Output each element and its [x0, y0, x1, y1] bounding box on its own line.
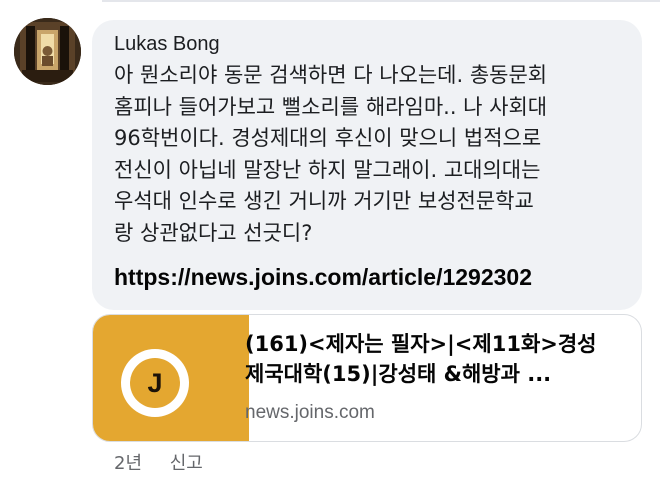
divider: [102, 0, 660, 2]
report-button[interactable]: 신고: [170, 452, 203, 476]
avatar[interactable]: [14, 18, 81, 85]
comment-link[interactable]: https://news.joins.com/article/1292302: [114, 262, 532, 292]
avatar-image: [14, 18, 81, 85]
link-preview-card[interactable]: J (161)<제자는 필자>|<제11화>경성 제국대학(15)|강성태 &해…: [92, 314, 642, 442]
comment-author[interactable]: Lukas Bong: [114, 32, 220, 56]
comment-timestamp[interactable]: 2년: [114, 452, 142, 476]
comment-thread: Lukas Bong 아 뭔소리야 동문 검색하면 다 나오는데. 총동문회 홈…: [0, 0, 660, 480]
comment-meta: 2년 신고: [114, 452, 203, 476]
link-preview-thumbnail: J: [93, 315, 249, 441]
comment-text: 아 뭔소리야 동문 검색하면 다 나오는데. 총동문회 홈피나 들어가보고 뻘소…: [114, 63, 548, 245]
link-preview-domain: news.joins.com: [245, 402, 375, 423]
comment-bubble: Lukas Bong 아 뭔소리야 동문 검색하면 다 나오는데. 총동문회 홈…: [92, 20, 642, 310]
joins-logo-letter: J: [147, 368, 162, 398]
joins-logo-icon: J: [121, 349, 189, 417]
link-preview-title[interactable]: (161)<제자는 필자>|<제11화>경성 제국대학(15)|강성태 &해방과…: [245, 329, 625, 389]
